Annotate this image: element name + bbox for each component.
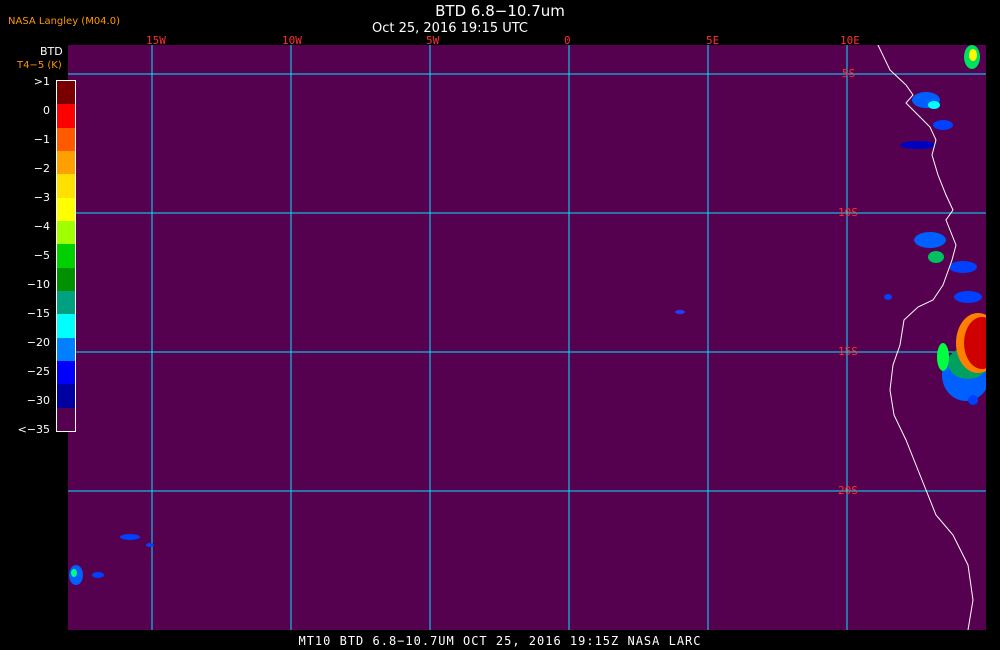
lat-label-10s: 10S [838, 206, 858, 219]
lat-label-15s: 15S [838, 345, 858, 358]
cloud-blob [933, 120, 953, 130]
legend-tick-label: >1 [33, 75, 50, 88]
cloud-blob [146, 543, 154, 547]
lon-label-5e: 5E [706, 34, 720, 47]
legend-swatch [57, 384, 75, 408]
cloud-blob [968, 395, 978, 405]
legend-swatch [57, 174, 75, 198]
legend-tick-label: −20 [26, 336, 50, 349]
legend-swatch [57, 220, 75, 245]
legend-swatch [57, 197, 75, 221]
cloud-blob [900, 141, 936, 149]
legend-swatch [57, 314, 75, 338]
legend-title: BTD [40, 45, 63, 58]
legend-tick-label: 0 [43, 104, 50, 117]
longitude-gridlines [151, 45, 848, 630]
legend-tick-label: −1 [33, 133, 50, 146]
cloud-blob [954, 291, 982, 303]
legend-tick-label: −10 [26, 278, 50, 291]
latitude-gridlines [68, 73, 986, 492]
cloud-blob [884, 294, 892, 300]
cloud-blob [675, 310, 685, 314]
lon-label-10e: 10E [840, 34, 860, 47]
lon-label-10w: 10W [282, 34, 302, 47]
legend-tick-label: −15 [26, 307, 50, 320]
legend-tick-label: −25 [26, 365, 50, 378]
legend-swatch [57, 127, 75, 151]
lat-label-5s: 5S [842, 67, 856, 80]
map-overlay [68, 45, 986, 630]
cloud-blob [914, 232, 946, 248]
lon-label-0: 0 [564, 34, 571, 47]
legend-swatch [57, 81, 75, 105]
image-title: BTD 6.8−10.7um [435, 2, 565, 20]
legend-tick-label: −2 [33, 162, 50, 175]
lat-label-20s: 20S [838, 484, 858, 497]
legend-tick-label: −30 [26, 394, 50, 407]
legend-swatch [57, 407, 75, 431]
coastline [877, 45, 974, 630]
lon-label-5w: 5W [426, 34, 440, 47]
legend-unit: T4−5 (K) [17, 60, 62, 71]
legend-tick-label: <−35 [17, 423, 50, 436]
legend-swatch [57, 150, 75, 175]
cloud-blob [71, 569, 77, 577]
legend-swatch [57, 290, 75, 315]
legend-swatch [57, 360, 75, 385]
legend-swatch [57, 267, 75, 291]
legend-tick-label: −4 [33, 220, 50, 233]
cloud-blob [928, 251, 944, 263]
image-timestamp: Oct 25, 2016 19:15 UTC [372, 21, 528, 36]
cloud-features [69, 45, 986, 585]
cloud-blob [937, 343, 949, 371]
legend-swatch [57, 244, 75, 268]
cloud-blob [969, 49, 977, 61]
legend-tick-label: −5 [33, 249, 50, 262]
legend-swatch [57, 104, 75, 128]
cloud-blob [92, 572, 104, 578]
color-scale-bar [56, 80, 76, 432]
legend-swatch [57, 337, 75, 361]
cloud-blob [949, 261, 977, 273]
lon-label-15w: 15W [146, 34, 166, 47]
satellite-map [68, 45, 986, 630]
footer-caption: MT10 BTD 6.8−10.7UM OCT 25, 2016 19:15Z … [298, 634, 702, 648]
legend-tick-label: −3 [33, 191, 50, 204]
cloud-blob [120, 534, 140, 540]
cloud-blob [928, 101, 940, 109]
